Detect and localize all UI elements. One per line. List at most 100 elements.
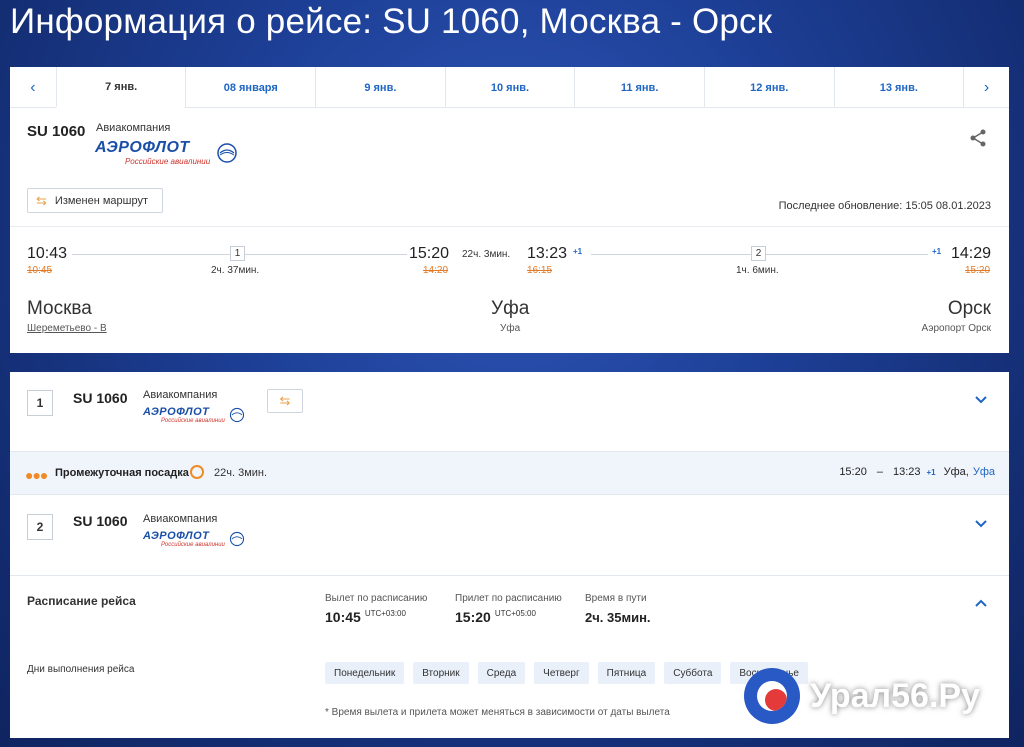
segment-airline-label: Авиакомпания <box>143 513 218 525</box>
transit-city: Уфа <box>491 298 530 319</box>
flight-summary-card: ‹ 7 янв. 08 января 9 янв. 10 янв. 11 янв… <box>10 67 1009 353</box>
departure-city: Москва <box>27 298 92 319</box>
schedule-footnote: * Время вылета и прилета может меняться … <box>325 707 670 718</box>
next-day-badge: +1 <box>926 467 936 477</box>
chevron-right-icon: › <box>983 78 990 96</box>
stopover-airport: Уфа <box>972 466 995 478</box>
chevron-left-icon: ‹ <box>30 78 36 96</box>
operating-days-label: Дни выполнения рейса <box>27 664 135 675</box>
logo-wordmark: АЭРОФЛОТ <box>143 406 210 418</box>
tab-date-2[interactable]: 9 янв. <box>315 67 445 108</box>
arrival1-old-time: 14:20 <box>423 265 449 276</box>
aeroflot-logo: АЭРОФЛОТ Российские авиалинии <box>143 406 245 424</box>
segment2-duration: 1ч. 6мин. <box>736 265 779 276</box>
arrival-city: Орск <box>947 298 991 319</box>
logo-subtitle: Российские авиалинии <box>161 418 225 424</box>
swap-arrows-icon: ⇆ <box>36 192 47 208</box>
day-chip: Среда <box>477 662 526 684</box>
logo-wordmark: АЭРОФЛОТ <box>95 139 190 156</box>
tab-date-4[interactable]: 11 янв. <box>574 67 704 108</box>
route-changed-label: Изменен маршрут <box>54 194 149 207</box>
segment-number: 1 <box>27 390 53 416</box>
share-icon[interactable] <box>968 129 988 147</box>
day-chip: Суббота <box>664 662 722 684</box>
ural56-logo-icon <box>744 668 800 724</box>
logo-subtitle: Российские авиалинии <box>125 157 211 166</box>
stopover-row: ●●● Промежуточная посадка 22ч. 3мин. 15:… <box>10 451 1009 495</box>
departure-old-time: 10:45 <box>27 265 53 276</box>
scheduled-arrival-label: Прилет по расписанию <box>455 593 562 604</box>
departure-time: 10:43 <box>27 245 68 262</box>
scheduled-arrival-value: 15:20 UTC+05:00 <box>455 609 536 625</box>
tab-date-5[interactable]: 12 янв. <box>703 67 834 108</box>
stopover-dots-icon: ●●● <box>25 467 48 483</box>
departure2-time: 13:23 <box>527 245 568 262</box>
aeroflot-logo: АЭРОФЛОТ Российские авиалинии <box>95 139 238 166</box>
tab-date-3[interactable]: 10 янв. <box>444 67 575 108</box>
skyteam-icon <box>229 407 244 423</box>
tab-date-1[interactable]: 08 января <box>185 67 315 108</box>
departure-utc: UTC+03:00 <box>364 609 406 618</box>
stopover-duration: 22ч. 3мин. <box>214 467 268 479</box>
chevron-down-icon[interactable] <box>974 519 988 529</box>
next-day-badge: +1 <box>573 247 583 256</box>
scheduled-departure-label: Вылет по расписанию <box>325 593 428 604</box>
arrival-time: 14:29 <box>951 245 992 262</box>
scheduled-departure-value: 10:45 UTC+03:00 <box>325 609 406 625</box>
schedule-title: Расписание рейса <box>27 594 136 608</box>
tab-date-0[interactable]: 7 янв. <box>55 67 186 108</box>
skyteam-icon <box>217 142 237 163</box>
stopover-dash: – <box>876 466 883 478</box>
stopover-label: Промежуточная посадка <box>55 467 189 479</box>
chevron-down-icon[interactable] <box>974 395 988 405</box>
day-chip: Вторник <box>413 662 469 684</box>
clock-icon <box>190 465 204 479</box>
tab-date-6[interactable]: 13 янв. <box>833 67 964 108</box>
day-chip: Пятница <box>597 662 656 684</box>
travel-time-value: 2ч. 35мин. <box>585 610 651 625</box>
transit-airport: Уфа <box>500 323 521 334</box>
logo-subtitle: Российские авиалинии <box>161 542 225 548</box>
flight-number: SU 1060 <box>27 123 86 140</box>
travel-time-label: Время в пути <box>585 593 647 604</box>
segment-flight-number: SU 1060 <box>73 513 128 529</box>
aeroflot-logo: АЭРОФЛОТ Российские авиалинии <box>143 530 245 548</box>
scheduled-arrival-time: 15:20 <box>455 609 491 625</box>
arrival1-time: 15:20 <box>409 245 450 262</box>
stopover-city: Уфа, <box>943 466 969 478</box>
arrival-old-time: 15:20 <box>965 265 991 276</box>
segment-flight-number: SU 1060 <box>73 390 128 406</box>
departure-airport-link[interactable]: Шереметьево - B <box>27 323 107 334</box>
next-day-badge: +1 <box>932 247 942 256</box>
arrival-utc: UTC+05:00 <box>494 609 536 618</box>
stopover-arrival: 15:20 <box>839 466 867 478</box>
arrival-airport: Аэропорт Орск <box>921 323 991 334</box>
scheduled-departure-time: 10:45 <box>325 609 361 625</box>
segment1-badge: 1 <box>230 246 245 261</box>
segment-number: 2 <box>27 514 53 540</box>
watermark-text: Урал56.Ру <box>810 676 980 715</box>
departure2-old-time: 16:15 <box>527 265 553 276</box>
day-chip: Четверг <box>534 662 589 684</box>
logo-wordmark: АЭРОФЛОТ <box>143 530 210 542</box>
next-date-button[interactable]: › <box>963 67 1009 108</box>
segment1-duration: 2ч. 37мин. <box>211 265 260 276</box>
stopover-times: 15:20 – 13:23 +1 Уфа, Уфа <box>839 466 995 478</box>
stopover-departure: 13:23 <box>892 466 921 478</box>
segment-airline-label: Авиакомпания <box>143 389 218 401</box>
last-update-text: Последнее обновление: 15:05 08.01.2023 <box>778 200 991 212</box>
route-changed-badge[interactable]: ⇆ Изменен маршрут <box>27 188 163 213</box>
divider <box>10 226 1009 227</box>
skyteam-icon <box>229 531 244 547</box>
swap-arrows-icon: ⇆ <box>279 393 291 408</box>
segment2-badge: 2 <box>751 246 766 261</box>
airline-label: Авиакомпания <box>96 122 171 134</box>
day-chip: Понедельник <box>325 662 405 684</box>
page-title: Информация о рейсе: SU 1060, Москва - Ор… <box>10 2 773 41</box>
operating-days: Понедельник Вторник Среда Четверг Пятниц… <box>325 662 808 684</box>
prev-date-button[interactable]: ‹ <box>10 67 56 108</box>
route-changed-icon-button[interactable]: ⇆ <box>267 389 303 413</box>
layover-duration: 22ч. 3мин. <box>462 249 511 260</box>
chevron-up-icon[interactable] <box>974 598 988 608</box>
ural56-watermark: Урал56.Ру <box>744 668 980 724</box>
